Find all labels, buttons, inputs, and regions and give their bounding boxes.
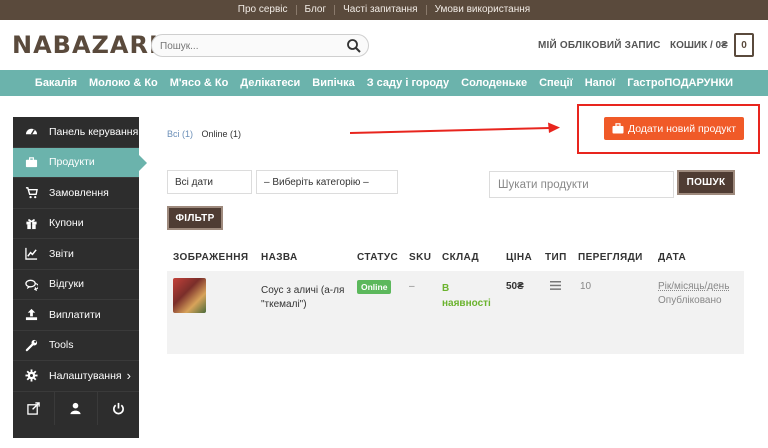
user-icon [70,402,82,414]
column-header-price: ЦІНА [506,252,533,263]
cart-icon [24,186,38,200]
filter-online-link[interactable]: Online (1) [202,129,242,139]
gift-icon [24,216,38,230]
column-header-sku: SKU [409,252,432,263]
cart-link[interactable]: КОШИК / 0₴ [670,40,728,51]
table-row[interactable]: Соус з аличі (а-ля "ткемалі") Online – В… [167,271,744,354]
topbar-link-terms[interactable]: Умови використання [427,5,539,15]
category-nav: Бакалія Молоко & Ко М'ясо & Ко Делікатес… [0,70,768,96]
topbar-link-faq[interactable]: Часті запитання [335,5,427,15]
annotation-arrow [350,122,560,134]
add-product-label: Додати новий продукт [627,122,737,135]
sidebar-item-label: Виплатити [49,308,101,321]
product-views: 10 [580,281,592,292]
settings-icon [24,369,38,383]
sidebar-item-settings[interactable]: Налаштування › [13,361,139,392]
sidebar-item-products[interactable]: Продукти [13,147,147,178]
category-spices[interactable]: Спеції [539,77,573,89]
sidebar-item-label: Звіти [49,247,74,260]
site-search [151,34,369,57]
topbar-link-blog[interactable]: Блог [297,5,336,15]
product-search-input[interactable]: Шукати продукти [489,171,674,198]
product-stock: В наявності [442,281,502,311]
site-search-input[interactable] [160,38,340,54]
sidebar-item-dashboard[interactable]: Панель керування [13,117,139,148]
category-meat[interactable]: М'ясо & Ко [170,77,229,89]
product-thumbnail[interactable] [173,278,206,313]
status-badge: Online [357,280,392,294]
sidebar-item-reports[interactable]: Звіти [13,239,139,270]
category-garden[interactable]: З саду і городу [367,77,449,89]
profile-button[interactable] [55,391,98,425]
sidebar-item-label: Tools [49,339,74,352]
sidebar-item-label: Купони [49,217,84,230]
date-filter-select[interactable]: Всі дати [167,170,252,194]
column-header-status: СТАТУС [357,252,399,263]
sidebar-item-reviews[interactable]: Відгуки [13,270,139,300]
product-name[interactable]: Соус з аличі (а-ля "ткемалі") [261,284,353,312]
top-bar: Про сервіс Блог Часті запитання Умови ви… [0,0,768,20]
sidebar-item-coupons[interactable]: Купони [13,209,139,239]
chart-icon [24,247,38,261]
table-header: ЗОБРАЖЕННЯ НАЗВА СТАТУС SKU СКЛАД ЦІНА Т… [167,244,744,270]
comments-icon [24,277,38,291]
column-header-type: ТИП [545,252,567,263]
column-header-date: ДАТА [658,252,687,263]
topbar-link-about[interactable]: Про сервіс [230,5,297,15]
sidebar-item-tools[interactable]: Tools [13,331,139,361]
column-header-stock: СКЛАД [442,252,480,263]
power-icon [112,402,124,414]
sidebar-item-label: Відгуки [49,278,85,291]
product-date: Рік/місяць/день [658,281,730,292]
category-gifts[interactable]: ГастроПОДАРУНКИ [627,77,733,89]
sidebar-item-orders[interactable]: Замовлення [13,178,139,209]
briefcase-icon [24,155,38,169]
product-name-line: "ткемалі") [261,299,307,310]
product-publish-status: Опубліковано [658,295,722,306]
category-delicatessen[interactable]: Делікатеси [240,77,300,89]
search-icon[interactable] [346,38,362,54]
sidebar-item-label: Налаштування [49,369,122,382]
column-header-views: ПЕРЕГЛЯДИ [578,252,643,263]
category-sweets[interactable]: Солоденьке [461,77,527,89]
filter-all-link[interactable]: Всі (1) [167,129,193,139]
column-header-image: ЗОБРАЖЕННЯ [173,252,249,263]
stock-line: В [442,283,450,294]
site-logo[interactable]: NABAZARI [12,31,159,59]
wrench-icon [24,338,38,352]
filter-button[interactable]: ФІЛЬТР [167,206,223,230]
simple-product-type-icon [550,281,561,290]
category-filter-select[interactable]: – Виберіть категорію – [256,170,398,194]
product-name-line: Соус з аличі (а-ля [261,285,345,296]
external-link-icon [27,401,40,415]
visit-store-button[interactable] [13,391,56,425]
category-bakaliia[interactable]: Бакалія [35,77,77,89]
sidebar-item-label: Панель керування [49,125,139,138]
category-drinks[interactable]: Напої [585,77,616,89]
category-bakery[interactable]: Випічка [312,77,354,89]
search-button[interactable]: ПОШУК [677,170,735,195]
dashboard-icon [24,125,38,139]
chevron-right-icon: › [126,368,131,384]
product-price: 50₴ [506,281,524,292]
account-link[interactable]: МІЙ ОБЛІКОВИЙ ЗАПИС [538,40,661,51]
add-product-button[interactable]: Додати новий продукт [604,117,744,140]
stock-line: наявності [442,298,491,309]
dashboard-sidebar: Панель керування Продукти Замовлення Куп… [13,117,147,438]
sidebar-item-label: Замовлення [49,186,109,199]
status-filter: Всі (1) Online (1) [167,129,241,139]
logout-button[interactable] [98,392,139,425]
briefcase-icon [612,123,624,134]
sidebar-footer [13,391,139,425]
sidebar-item-withdraw[interactable]: Виплатити [13,300,139,331]
column-header-name: НАЗВА [261,252,298,263]
upload-icon [24,308,38,322]
sidebar-item-label: Продукти [49,156,95,169]
product-sku: – [409,281,415,292]
products-table: ЗОБРАЖЕННЯ НАЗВА СТАТУС SKU СКЛАД ЦІНА Т… [167,244,744,354]
category-milk[interactable]: Молоко & Ко [89,77,158,89]
cart-count-icon[interactable]: 0 [734,33,754,57]
